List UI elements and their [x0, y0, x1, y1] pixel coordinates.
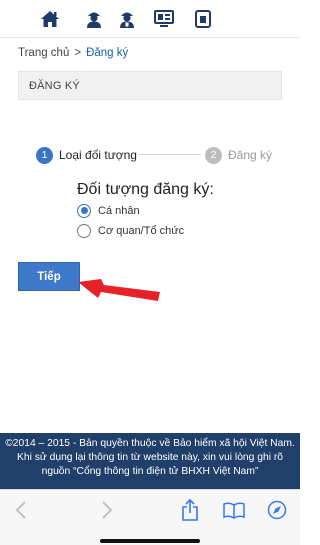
step-1: 1 Loại đối tượng — [36, 145, 137, 165]
radio-button-checked[interactable] — [77, 203, 91, 218]
breadcrumb: Trang chủ > Đăng ký — [18, 47, 128, 59]
step-connector — [139, 154, 201, 155]
step-2: 2 Đăng ký — [205, 145, 272, 165]
compass-icon[interactable] — [265, 498, 289, 522]
share-icon[interactable] — [178, 498, 202, 522]
site-footer: ©2014 – 2015 - Bản quyền thuộc về Bảo hi… — [0, 433, 300, 489]
document-icon[interactable] — [193, 9, 213, 29]
footer-notice: Khi sử dụng lại thông tin từ website này… — [16, 452, 284, 463]
radio-label-organization[interactable]: Cơ quan/Tổ chức — [98, 225, 184, 237]
step-2-number: 2 — [205, 146, 222, 164]
back-arrow-icon[interactable] — [9, 498, 33, 522]
browser-toolbar — [0, 489, 300, 545]
breadcrumb-current[interactable]: Đăng ký — [86, 47, 128, 59]
home-indicator — [100, 539, 200, 543]
radio-option-organization[interactable]: Cơ quan/Tổ chức — [77, 222, 184, 239]
next-button[interactable]: Tiếp — [18, 262, 80, 291]
radio-option-individual[interactable]: Cá nhân — [77, 202, 140, 219]
bookmarks-icon[interactable] — [222, 498, 246, 522]
step-1-number: 1 — [36, 146, 53, 164]
step-2-label: Đăng ký — [228, 148, 273, 162]
person-icon[interactable] — [84, 9, 104, 29]
person-group-icon[interactable] — [117, 9, 137, 29]
breadcrumb-home-link[interactable]: Trang chủ — [18, 47, 69, 59]
forward-arrow-icon[interactable] — [95, 498, 119, 522]
radio-button-unchecked[interactable] — [77, 223, 91, 238]
page-title: ĐĂNG KÝ — [18, 71, 282, 100]
top-navigation — [0, 0, 300, 38]
monitor-icon[interactable] — [154, 9, 174, 29]
footer-copyright: ©2014 – 2015 - Bản quyền thuộc về Bảo hi… — [5, 438, 295, 449]
step-1-label: Loại đối tượng — [59, 148, 137, 162]
red-arrow-annotation — [78, 279, 160, 301]
subject-type-heading: Đối tượng đăng ký: — [77, 181, 214, 198]
footer-source: nguồn “Cổng thông tin điện tử BHXH Việt … — [41, 466, 259, 477]
radio-label-individual[interactable]: Cá nhân — [98, 205, 140, 217]
home-icon[interactable] — [40, 9, 60, 29]
breadcrumb-separator: > — [74, 47, 82, 59]
